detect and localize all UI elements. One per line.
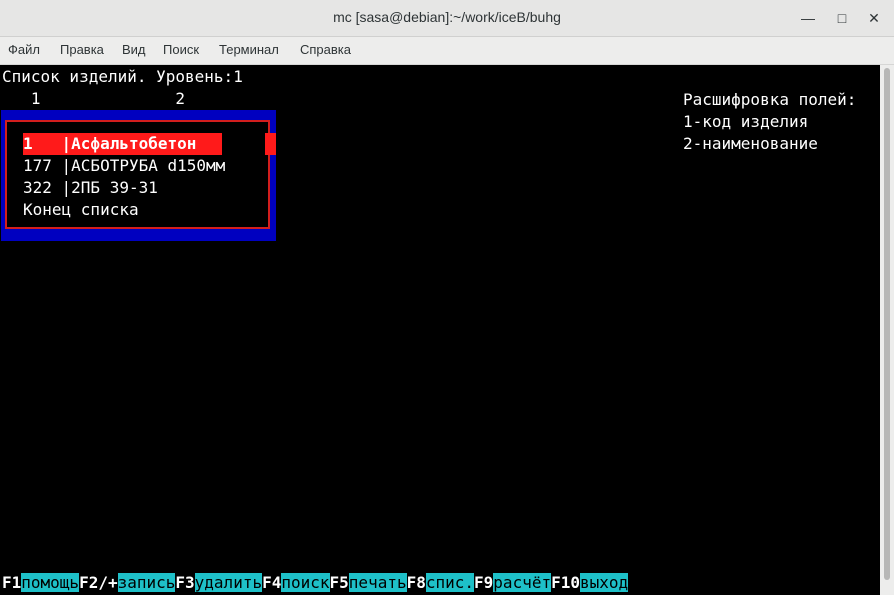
fkey-f2[interactable]: F2/+запись [79,573,176,592]
menu-bar: Файл Правка Вид Поиск Терминал Справка [0,37,894,65]
fkey-f4[interactable]: F4поиск [262,573,330,592]
menu-edit[interactable]: Правка [60,42,104,57]
list-item[interactable]: 322 |2ПБ 39-31 [23,177,158,199]
fkey-f3[interactable]: F3удалить [175,573,263,592]
function-key-bar: F1помощьF2/+записьF3удалитьF4поискF5печа… [2,572,629,594]
fkey-f5[interactable]: F5печать [330,573,407,592]
fkey-f1[interactable]: F1помощь [2,573,80,592]
menu-help[interactable]: Справка [300,42,351,57]
terminal-screen[interactable]: Список изделий. Уровень:1 1 2 Расшифровк… [0,65,880,595]
legend-line: 1-код изделия [683,112,809,131]
fkey-f9[interactable]: F9расчёт [474,573,552,592]
item-code: 1 [23,134,62,153]
menu-view[interactable]: Вид [122,42,146,57]
fkey-f10[interactable]: F10выход [551,573,629,592]
scrollbar[interactable] [880,65,894,595]
menu-search[interactable]: Поиск [163,42,199,57]
list-item[interactable]: 1 |Асфальтобетон [23,133,196,155]
item-code: 322 [23,178,62,197]
list-end-text: Конец списка [23,200,139,219]
column-numbers: 1 2 [2,89,186,108]
menu-file[interactable]: Файл [8,42,40,57]
maximize-icon[interactable]: □ [832,8,852,28]
fkey-f8[interactable]: F8спис. [407,573,475,592]
screen-header: Список изделий. Уровень:1 [2,67,243,86]
minimize-icon[interactable]: — [798,8,818,28]
scroll-thumb[interactable] [884,68,890,580]
list-item[interactable]: 177 |АСБОТРУБА d150мм [23,155,225,177]
menu-terminal[interactable]: Терминал [219,42,279,57]
item-code: 177 [23,156,62,175]
legend-line: 2-наименование [683,134,818,153]
legend-title: Расшифровка полей: [683,90,857,109]
title-bar[interactable]: mc [sasa@debian]:~/work/iceB/buhg — □ ✕ [0,0,894,37]
item-name: |Асфальтобетон [61,134,197,153]
item-name: |2ПБ 39-31 [61,178,158,197]
selection-marker [265,133,276,155]
close-icon[interactable]: ✕ [864,8,884,28]
item-name: |АСБОТРУБА d150мм [61,156,226,175]
window-title: mc [sasa@debian]:~/work/iceB/buhg [333,9,561,25]
